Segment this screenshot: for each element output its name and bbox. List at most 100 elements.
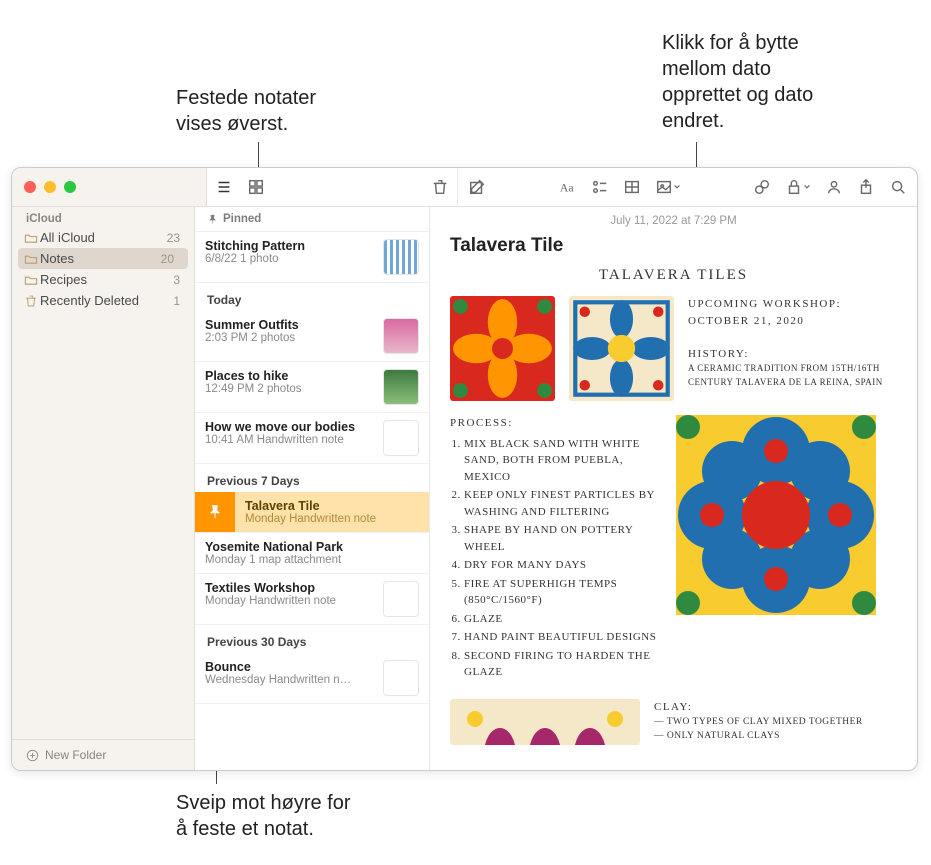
pin-icon xyxy=(207,214,218,225)
process-item: HAND PAINT BEAUTIFUL DESIGNS xyxy=(464,629,660,646)
new-folder-button[interactable]: New Folder xyxy=(12,739,194,770)
note-thumb xyxy=(383,420,419,456)
process-row: PROCESS: MIX BLACK SAND WITH WHITE SAND,… xyxy=(450,415,897,685)
note-subtitle: 2:03 PM 2 photos xyxy=(205,332,375,344)
note-title: Yosemite National Park xyxy=(205,540,419,554)
note-subtitle: Wednesday Handwritten n… xyxy=(205,674,375,686)
history-heading: HISTORY: xyxy=(688,346,897,363)
notes-window: Aa iCloud xyxy=(11,167,918,771)
note-item[interactable]: Stitching Pattern 6/8/22 1 photo xyxy=(195,232,429,283)
trash-icon[interactable] xyxy=(431,178,449,196)
clay-heading: CLAY: xyxy=(654,699,863,716)
sidebar-item-recipes[interactable]: Recipes 3 xyxy=(12,269,194,290)
note-date[interactable]: July 11, 2022 at 7:29 PM xyxy=(450,215,897,227)
note-thumb xyxy=(383,660,419,696)
list-view-icon[interactable] xyxy=(215,178,233,196)
process-item: KEEP ONLY FINEST PARTICLES BY WASHING AN… xyxy=(464,487,660,520)
notes-list: Pinned Stitching Pattern 6/8/22 1 photo … xyxy=(195,207,430,770)
history-text: A CERAMIC TRADITION FROM 15TH/16TH CENTU… xyxy=(688,362,897,389)
note-title: Talavera Tile xyxy=(450,235,897,257)
search-icon[interactable] xyxy=(889,178,907,196)
close-icon[interactable] xyxy=(24,181,36,193)
grid-view-icon[interactable] xyxy=(247,178,265,196)
sidebar-item-notes[interactable]: Notes 20 xyxy=(18,248,188,269)
section-header: Previous 7 Days xyxy=(195,464,429,492)
clay-block: CLAY: — TWO TYPES OF CLAY MIXED TOGETHER… xyxy=(654,699,863,744)
toolbar: Aa xyxy=(12,168,917,207)
pinned-label: Pinned xyxy=(223,213,261,225)
checklist-icon[interactable] xyxy=(591,178,609,196)
note-thumb xyxy=(383,318,419,354)
note-thumb xyxy=(383,581,419,617)
compose-icon[interactable] xyxy=(468,178,486,196)
list-toolbar xyxy=(207,168,458,206)
sidebar-item-label: Recipes xyxy=(40,272,87,287)
window-body: iCloud All iCloud 23 Notes 20 Recipes 3 … xyxy=(12,207,917,770)
note-item[interactable]: How we move our bodies 10:41 AM Handwrit… xyxy=(195,413,429,464)
collaborate-icon[interactable] xyxy=(825,178,843,196)
note-item-selected[interactable]: Talavera Tile Monday Handwritten note xyxy=(195,492,429,533)
note-title: Textiles Workshop xyxy=(205,581,375,595)
sidebar-item-recently-deleted[interactable]: Recently Deleted 1 xyxy=(12,290,194,311)
note-item[interactable]: Textiles Workshop Monday Handwritten not… xyxy=(195,574,429,625)
upcoming-date: OCTOBER 21, 2020 xyxy=(688,313,897,330)
lock-menu[interactable] xyxy=(785,178,811,196)
note-item[interactable]: Bounce Wednesday Handwritten n… xyxy=(195,653,429,704)
photo-icon xyxy=(655,178,673,196)
note-item[interactable]: Yosemite National Park Monday 1 map atta… xyxy=(195,533,429,574)
process-item: FIRE AT SUPERHIGH TEMPS (850°C/1560°F) xyxy=(464,576,660,609)
sidebar-item-label: Recently Deleted xyxy=(40,293,139,308)
upcoming-heading: UPCOMING WORKSHOP: xyxy=(688,296,897,313)
folder-icon xyxy=(24,252,38,266)
note-subtitle: Monday 1 map attachment xyxy=(205,554,419,566)
sidebar-item-count: 23 xyxy=(167,231,180,245)
table-icon[interactable] xyxy=(623,178,641,196)
callout-pinned: Festede notater vises øverst. xyxy=(176,85,316,137)
note-title: Places to hike xyxy=(205,369,375,383)
process-item: SHAPE BY HAND ON POTTERY WHEEL xyxy=(464,522,660,555)
note-title: Talavera Tile xyxy=(245,499,419,513)
callout-date: Klikk for å bytte mellom dato opprettet … xyxy=(662,30,813,134)
pinned-header: Pinned xyxy=(195,207,429,232)
note-subtitle: 6/8/22 1 photo xyxy=(205,253,375,265)
tile-image xyxy=(450,699,640,745)
note-title: Summer Outfits xyxy=(205,318,375,332)
note-item[interactable]: Summer Outfits 2:03 PM 2 photos xyxy=(195,311,429,362)
hand-text: UPCOMING WORKSHOP: OCTOBER 21, 2020 HIST… xyxy=(688,296,897,401)
note-item[interactable]: Places to hike 12:49 PM 2 photos xyxy=(195,362,429,413)
link-icon[interactable] xyxy=(753,178,771,196)
clay-row: CLAY: — TWO TYPES OF CLAY MIXED TOGETHER… xyxy=(450,699,897,745)
minimize-icon[interactable] xyxy=(44,181,56,193)
media-menu[interactable] xyxy=(655,178,681,196)
sidebar-item-label: All iCloud xyxy=(40,230,95,245)
share-icon[interactable] xyxy=(857,178,875,196)
pin-action[interactable] xyxy=(195,492,235,532)
sidebar-item-count: 3 xyxy=(173,273,180,287)
sidebar-item-count: 1 xyxy=(173,294,180,308)
note-hand-title: TALAVERA TILES xyxy=(450,267,897,284)
note-subtitle: Monday Handwritten note xyxy=(205,595,375,607)
tile-image xyxy=(569,296,674,401)
tile-image xyxy=(676,415,876,615)
section-header: Today xyxy=(195,283,429,311)
trash-icon xyxy=(24,294,38,308)
process-item: GLAZE xyxy=(464,611,660,628)
sidebar-section-label: iCloud xyxy=(12,207,194,227)
sidebar-item-label: Notes xyxy=(40,251,74,266)
tile-row: UPCOMING WORKSHOP: OCTOBER 21, 2020 HIST… xyxy=(450,296,897,401)
note-thumb xyxy=(383,239,419,275)
sidebar-item-all-icloud[interactable]: All iCloud 23 xyxy=(12,227,194,248)
zoom-icon[interactable] xyxy=(64,181,76,193)
tile-image xyxy=(450,296,555,401)
sidebar-item-count: 20 xyxy=(161,252,174,266)
svg-text:Aa: Aa xyxy=(559,182,573,195)
note-subtitle: 10:41 AM Handwritten note xyxy=(205,434,375,446)
sidebar: iCloud All iCloud 23 Notes 20 Recipes 3 … xyxy=(12,207,195,770)
folder-icon xyxy=(24,273,38,287)
plus-circle-icon xyxy=(26,749,39,762)
format-icon[interactable]: Aa xyxy=(559,178,577,196)
clay-line: — ONLY NATURAL CLAYS xyxy=(654,729,863,743)
callout-swipe: Sveip mot høyre for å feste et notat. xyxy=(176,790,351,842)
lock-icon xyxy=(785,178,803,196)
note-subtitle: 12:49 PM 2 photos xyxy=(205,383,375,395)
